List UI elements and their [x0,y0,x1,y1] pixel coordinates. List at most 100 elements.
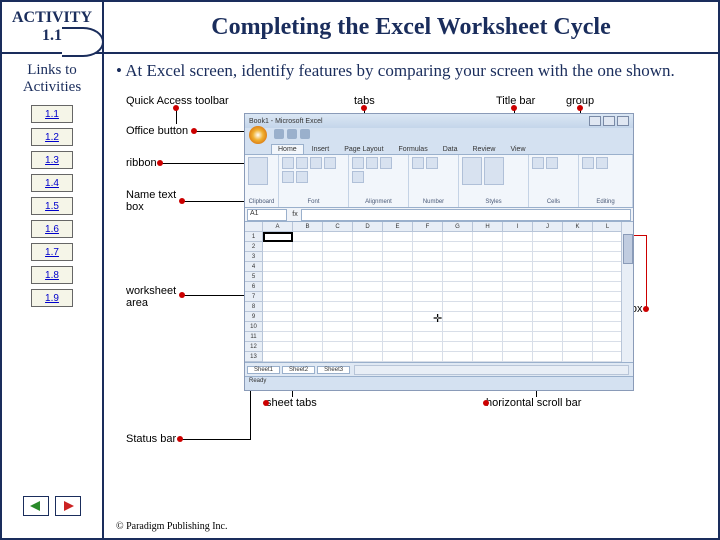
font-icon [296,171,308,183]
sidebar-link[interactable]: 1.5 [31,197,73,215]
font-icon [310,157,322,169]
align-icon [366,157,378,169]
ribbon-group: Styles [459,155,529,207]
callout-dot [643,306,649,312]
ribbon-group: Font [279,155,349,207]
callout-dot [157,160,163,166]
excel-title-text: Book1 - Microsoft Excel [249,118,323,125]
sidebar-link[interactable]: 1.8 [31,266,73,284]
ribbon-tabs: Home Insert Page Layout Formulas Data Re… [245,140,633,154]
align-icon [380,157,392,169]
callout-dot [177,436,183,442]
sidebar-link[interactable]: 1.4 [31,174,73,192]
col-header: D [353,222,383,232]
label-worksheet-area: worksheet area [126,285,176,309]
activity-line2: 1.1 [42,27,62,45]
cells-icon [546,157,558,169]
redo-icon [300,129,310,139]
sidebar-link[interactable]: 1.6 [31,220,73,238]
col-header: E [383,222,413,232]
ribbon-group: Number [409,155,459,207]
ribbon-tab: Page Layout [337,144,390,154]
ribbon-tab: View [503,144,532,154]
quick-access-toolbar [245,128,633,140]
col-header: G [443,222,473,232]
callout-dot [179,292,185,298]
col-header: H [473,222,503,232]
ribbon-tab: Insert [305,144,337,154]
font-icon [282,171,294,183]
font-icon [296,157,308,169]
callout-dot [577,105,583,111]
excel-title-bar: Book1 - Microsoft Excel [245,114,633,128]
row-headers: 1 2 3 4 5 6 7 8 9 10 11 12 13 [245,222,263,372]
horizontal-scrollbar [354,365,629,375]
formula-bar: A1 fx [245,208,633,222]
callout-dot [173,105,179,111]
slide: ACTIVITY 1.1 Completing the Excel Worksh… [0,0,720,540]
col-header: A [263,222,293,232]
label-sheet-tabs: sheet tabs [266,397,317,409]
callout-line [180,439,250,440]
editing-icon [596,157,608,169]
editing-icon [582,157,594,169]
page-title: Completing the Excel Worksheet Cycle [104,2,718,52]
nav-arrows [23,496,81,516]
window-controls [589,116,629,126]
maximize-icon [603,116,615,126]
activity-line1: ACTIVITY [12,9,92,27]
row-header: 1 [245,232,262,242]
copyright: © Paradigm Publishing Inc. [116,521,227,532]
align-icon [352,157,364,169]
sheet-tab: Sheet3 [317,366,350,374]
paste-icon [248,157,268,185]
cells-icon [532,157,544,169]
scroll-thumb [623,234,633,264]
col-header: J [533,222,563,232]
row-header: 7 [245,292,262,302]
sidebar-link[interactable]: 1.7 [31,243,73,261]
align-icon [352,171,364,183]
bullet-text: • At Excel screen, identify features by … [116,60,706,81]
number-icon [412,157,424,169]
active-cell [263,232,293,242]
font-icon [324,157,336,169]
number-icon [426,157,438,169]
label-name-box: Name text box [126,189,176,213]
status-bar: Ready [245,376,633,390]
ribbon-tab: Formulas [392,144,435,154]
prev-button[interactable] [23,496,49,516]
next-button[interactable] [55,496,81,516]
col-header: B [293,222,323,232]
callout-dot [191,128,197,134]
styles-icon [484,157,504,185]
callout-dot [179,198,185,204]
save-icon [274,129,284,139]
ribbon-group: Clipboard [245,155,279,207]
worksheet-grid: 1 2 3 4 5 6 7 8 9 10 11 12 13 [245,222,633,372]
callout-dot [361,105,367,111]
label-office-button: Office button [126,125,188,137]
ribbon-tab: Home [271,144,304,154]
sidebar-link[interactable]: 1.9 [31,289,73,307]
diagram: Quick Access toolbar tabs Title bar grou… [116,85,706,465]
sidebar-link[interactable]: 1.3 [31,151,73,169]
sidebar-link[interactable]: 1.2 [31,128,73,146]
row-header: 10 [245,322,262,332]
callout-line [250,387,251,440]
ribbon-group: Cells [529,155,579,207]
col-header: I [503,222,533,232]
sheet-tab: Sheet1 [247,366,280,374]
vertical-scrollbar [621,222,633,372]
callout-dot [511,105,517,111]
undo-icon [287,129,297,139]
row-header: 3 [245,252,262,262]
ribbon-tab: Data [436,144,465,154]
sidebar-link[interactable]: 1.1 [31,105,73,123]
sidebar: Links to Activities 1.1 1.2 1.3 1.4 1.5 … [2,54,104,540]
row-header: 8 [245,302,262,312]
sheet-tab: Sheet2 [282,366,315,374]
body: Links to Activities 1.1 1.2 1.3 1.4 1.5 … [2,54,718,540]
row-header: 4 [245,262,262,272]
ribbon-group: Alignment [349,155,409,207]
